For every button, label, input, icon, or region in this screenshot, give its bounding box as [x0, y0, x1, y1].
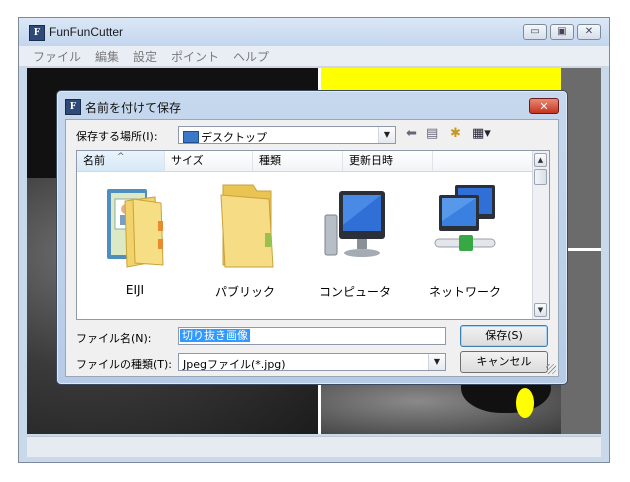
new-folder-icon[interactable]: ✱	[450, 126, 461, 141]
list-item[interactable]: コンピュータ	[305, 175, 405, 299]
chevron-down-icon[interactable]: ▼	[378, 127, 395, 143]
save-button[interactable]: 保存(S)	[460, 325, 548, 347]
scroll-thumb[interactable]	[534, 169, 547, 185]
filetype-combo[interactable]: Jpegファイル(*.jpg) ▼	[178, 353, 446, 371]
minimize-button[interactable]: ▭	[523, 24, 547, 40]
filetype-label: ファイルの種類(T):	[76, 358, 173, 371]
dialog-title-bar[interactable]: F 名前を付けて保存 ✕	[57, 91, 567, 119]
column-type-label: 種類	[259, 154, 281, 167]
back-arrow-icon[interactable]: ⬅	[406, 126, 417, 141]
network-icon	[434, 185, 496, 251]
maximize-button[interactable]: ▣	[550, 24, 574, 40]
item-label: EIJI	[125, 283, 145, 297]
dialog-body: 保存する場所(I): デスクトップ ▼ ⬅ ▤ ✱ ▦▾ ^ 名前 サイズ 種類…	[65, 119, 559, 377]
menu-bar: ファイル 編集 設定 ポイント ヘルプ	[19, 46, 609, 67]
resize-grip-icon[interactable]	[546, 364, 556, 374]
maximize-icon: ▣	[557, 26, 567, 37]
filename-input[interactable]: 切り抜き画像	[178, 327, 446, 345]
column-size[interactable]: サイズ	[165, 151, 253, 171]
app-title: FunFunCutter	[49, 25, 124, 39]
dialog-icon: F	[65, 99, 81, 115]
desktop-icon	[183, 131, 199, 143]
dialog-title: 名前を付けて保存	[85, 101, 182, 115]
cancel-button[interactable]: キャンセル	[460, 351, 548, 373]
file-list-header: ^ 名前 サイズ 種類 更新日時	[77, 151, 535, 172]
file-list[interactable]: ^ 名前 サイズ 種類 更新日時 EIJI パブリック コンピュータ ネットワー…	[76, 150, 550, 320]
file-list-scrollbar[interactable]: ▲ ▼	[532, 151, 549, 319]
menu-settings[interactable]: 設定	[133, 48, 157, 65]
filename-label: ファイル名(N):	[76, 332, 152, 345]
close-icon: ✕	[584, 26, 594, 37]
app-icon: F	[29, 25, 45, 41]
folder-icon	[220, 184, 274, 268]
filename-value: 切り抜き画像	[180, 329, 250, 342]
item-label: ネットワーク	[428, 285, 501, 299]
main-title-bar[interactable]: F FunFunCutter ▭ ▣ ✕	[19, 18, 609, 46]
caption-buttons: ▭ ▣ ✕	[523, 24, 601, 40]
column-name-label: 名前	[83, 154, 105, 167]
save-dialog: F 名前を付けて保存 ✕ 保存する場所(I): デスクトップ ▼ ⬅ ▤ ✱ ▦…	[56, 90, 568, 385]
item-label: コンピュータ	[318, 285, 391, 299]
up-folder-icon[interactable]: ▤	[426, 126, 438, 141]
computer-icon	[324, 191, 385, 257]
dialog-close-button[interactable]: ✕	[529, 98, 559, 114]
list-item[interactable]: パブリック	[195, 175, 295, 299]
column-modified[interactable]: 更新日時	[343, 151, 433, 171]
list-item[interactable]: EIJI	[85, 175, 185, 297]
menu-help[interactable]: ヘルプ	[233, 48, 269, 65]
view-menu-icon[interactable]: ▦▾	[472, 126, 491, 141]
item-label: パブリック	[214, 285, 275, 299]
close-button[interactable]: ✕	[577, 24, 601, 40]
minimize-icon: ▭	[530, 26, 540, 37]
status-bar	[27, 436, 601, 457]
save-in-combo[interactable]: デスクトップ ▼	[178, 126, 396, 144]
list-item[interactable]: ネットワーク	[415, 175, 515, 299]
column-name[interactable]: ^ 名前	[77, 151, 165, 171]
sort-ascending-icon: ^	[117, 152, 125, 162]
menu-edit[interactable]: 編集	[95, 48, 119, 65]
column-size-label: サイズ	[171, 154, 204, 167]
filetype-value: Jpegファイル(*.jpg)	[183, 358, 286, 371]
menu-file[interactable]: ファイル	[33, 48, 81, 65]
scroll-down-icon[interactable]: ▼	[534, 303, 547, 317]
save-in-value: デスクトップ	[201, 131, 267, 144]
cut-image-yellow-shape	[516, 388, 534, 418]
chevron-down-icon[interactable]: ▼	[428, 354, 445, 370]
save-in-label: 保存する場所(I):	[76, 130, 158, 143]
menu-point[interactable]: ポイント	[171, 48, 219, 65]
user-folder-icon	[107, 189, 164, 268]
column-modified-label: 更新日時	[349, 154, 393, 167]
column-type[interactable]: 種類	[253, 151, 343, 171]
scroll-up-icon[interactable]: ▲	[534, 153, 547, 167]
